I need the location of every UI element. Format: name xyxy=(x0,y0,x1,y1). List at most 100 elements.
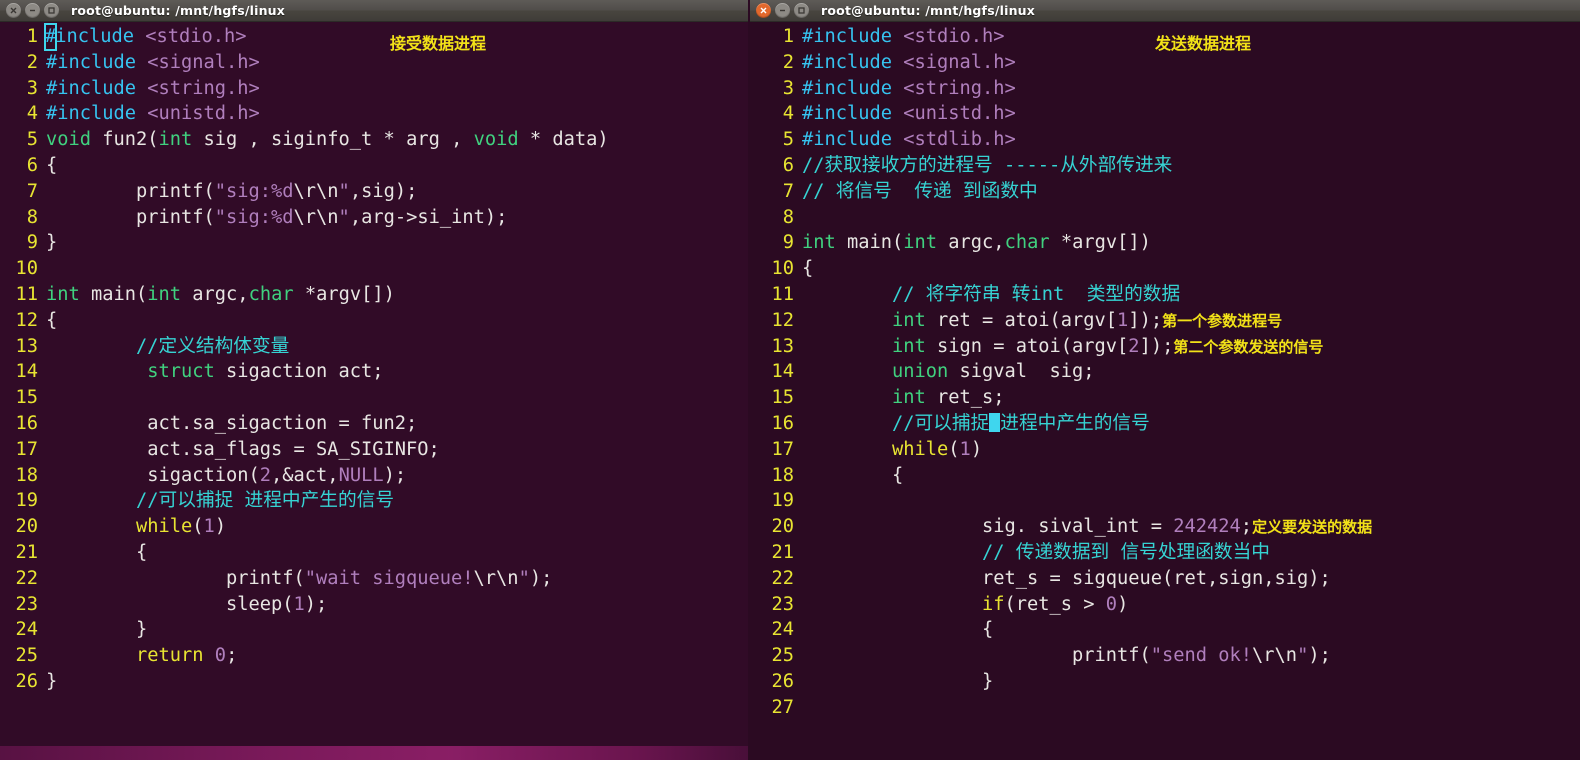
line-number: 6 xyxy=(26,154,38,176)
code-token-plain: { xyxy=(46,541,148,563)
code-token-kw: void xyxy=(46,129,92,151)
code-token-plain: ]); xyxy=(1139,335,1174,357)
line-number: 13 xyxy=(771,335,794,357)
code-line: 20 sig. sival_int = 242424;定义要发送的数据 xyxy=(750,514,1580,540)
code-line: 13 int sign = atoi(argv[2]);第二个参数发送的信号 xyxy=(750,334,1580,360)
line-number: 10 xyxy=(771,258,794,280)
line-number: 19 xyxy=(15,490,38,512)
code-token-pre: #include xyxy=(46,77,137,99)
code-line: 5 void fun2(int sig , siginfo_t * arg , v… xyxy=(0,127,748,153)
code-token-plain: { xyxy=(802,464,904,486)
line-number: 22 xyxy=(15,567,38,589)
code-token-num: 1 xyxy=(293,593,305,615)
maximize-icon[interactable] xyxy=(794,3,809,18)
line-number: 4 xyxy=(782,103,794,125)
line-number: 14 xyxy=(771,361,794,383)
code-line: 6{ xyxy=(0,153,748,179)
code-line: 13 //定义结构体变量 xyxy=(0,334,748,360)
code-token-str: "send ok! xyxy=(1150,645,1253,667)
code-line: 15 xyxy=(0,385,748,411)
code-token-plain: *argv[]) xyxy=(293,283,395,305)
code-line: 16 act.sa_sigaction = fun2; xyxy=(0,411,748,437)
code-token-plain: ); xyxy=(1308,645,1331,667)
code-line: 18 sigaction(2,&act,NULL); xyxy=(0,463,748,489)
line-number: 20 xyxy=(771,516,794,538)
code-token-kw: char xyxy=(248,283,294,305)
code-token-plain: { xyxy=(802,258,814,280)
close-icon[interactable] xyxy=(6,3,21,18)
terminal-window-left[interactable]: root@ubuntu: /mnt/hgfs/linux 1 #include <… xyxy=(0,0,748,760)
line-number: 24 xyxy=(15,619,38,641)
code-line: 5 #include <stdlib.h> xyxy=(750,127,1580,153)
code-token-plain: ret_s = sigqueue(ret,sign,sig); xyxy=(802,567,1331,589)
line-number: 18 xyxy=(771,464,794,486)
code-token-num: 1 xyxy=(959,438,971,460)
titlebar-left[interactable]: root@ubuntu: /mnt/hgfs/linux xyxy=(0,0,748,22)
code-token-str: " xyxy=(1297,645,1309,667)
code-token-str: "sig:%d xyxy=(214,206,294,228)
code-line: 7 printf("sig:%d\r\n",sig); xyxy=(0,179,748,205)
line-number: 11 xyxy=(771,283,794,305)
code-token-plain: printf( xyxy=(46,206,215,228)
code-token-hdr: <signal.h> xyxy=(903,51,1016,73)
annotation-right: 发送数据进程 xyxy=(1155,34,1252,53)
minimize-icon[interactable] xyxy=(25,3,40,18)
code-line: 17 while(1) xyxy=(750,437,1580,463)
code-token-esc: \r\n xyxy=(293,180,339,202)
line-number: 4 xyxy=(26,103,38,125)
code-token-plain: sign = atoi(argv[ xyxy=(925,335,1129,357)
code-token-plain: (ret_s > xyxy=(1004,593,1106,615)
code-token-ctl: return xyxy=(136,645,204,667)
code-token-pre: #include xyxy=(46,51,137,73)
line-number: 13 xyxy=(15,335,38,357)
code-line: 2 #include <signal.h> xyxy=(0,50,748,76)
code-token-plain: act.sa_flags = SA_SIGINFO; xyxy=(46,438,440,460)
minimize-icon[interactable] xyxy=(775,3,790,18)
terminal-content-left[interactable]: 1 #include <stdio.h> 2 #include <signal.h> 3… xyxy=(0,22,748,760)
code-line: 11 // 将字符串 转int 类型的数据 xyxy=(750,282,1580,308)
terminal-window-right[interactable]: root@ubuntu: /mnt/hgfs/linux 1 #include <… xyxy=(750,0,1580,760)
line-number: 12 xyxy=(15,309,38,331)
window-title-right: root@ubuntu: /mnt/hgfs/linux xyxy=(821,3,1036,18)
maximize-icon[interactable] xyxy=(44,3,59,18)
code-token-esc: \r\n xyxy=(1252,645,1298,667)
line-number: 9 xyxy=(26,232,38,254)
code-token-plain: ,arg->si_int); xyxy=(349,206,508,228)
code-line: 26 } xyxy=(750,669,1580,695)
code-token-plain: sigval sig; xyxy=(948,361,1095,383)
code-token-hdr: <stdio.h> xyxy=(903,26,1005,47)
code-token-pre: #include xyxy=(46,103,137,125)
line-number: 1 xyxy=(26,26,38,47)
code-token-kw: char xyxy=(1004,232,1050,254)
code-line: 22 printf("wait sigqueue!\r\n"); xyxy=(0,566,748,592)
close-icon[interactable] xyxy=(756,3,771,18)
code-token-plain: ]); xyxy=(1128,309,1163,331)
code-line: 25 return 0; xyxy=(0,643,748,669)
terminal-content-right[interactable]: 1 #include <stdio.h> 2 #include <signal.h> 3… xyxy=(750,22,1580,760)
line-number: 23 xyxy=(771,593,794,615)
line-number: 21 xyxy=(15,541,38,563)
code-token-cmt: // 将字符串 转int 类型的数据 xyxy=(892,283,1181,305)
code-token-num: 242424 xyxy=(1173,516,1241,538)
code-line: 19 //可以捕捉 进程中产生的信号 xyxy=(0,488,748,514)
code-token-str: " xyxy=(338,180,350,202)
titlebar-right[interactable]: root@ubuntu: /mnt/hgfs/linux xyxy=(750,0,1580,22)
code-token-num: 2 xyxy=(259,464,272,486)
line-number: 26 xyxy=(15,670,38,692)
code-token-str: " xyxy=(338,206,350,228)
line-number: 16 xyxy=(771,412,794,434)
code-token-plain: { xyxy=(46,154,58,176)
